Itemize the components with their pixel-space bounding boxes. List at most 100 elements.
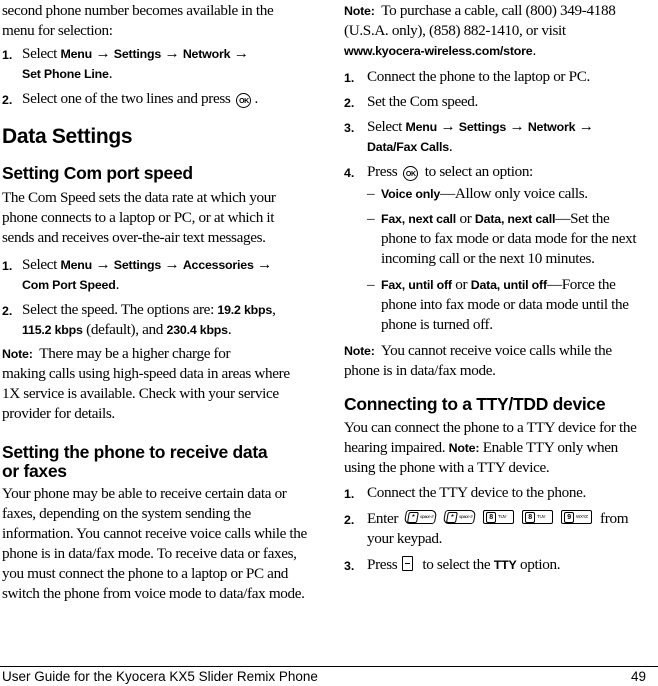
- step-text: Select the speed. The options are:: [22, 301, 218, 318]
- option-label: Fax, until off: [381, 278, 452, 292]
- option-text-line: phone into fax mode or data mode until t…: [381, 296, 629, 313]
- step-number: 3.: [344, 559, 355, 573]
- star-space-key-icon: * space #: [442, 510, 477, 524]
- page-number: 49: [630, 669, 646, 684]
- body-line: you must connect the phone to a laptop o…: [2, 565, 289, 582]
- menu-item: Menu: [405, 120, 438, 134]
- dash-bullet: –: [367, 185, 375, 202]
- body-text: hearing impaired.: [344, 439, 449, 456]
- tty-step-3: Press to select the TTY option.: [367, 556, 561, 574]
- menu-item: Network: [182, 47, 231, 61]
- step-text: Press: [367, 556, 398, 573]
- arrow-icon: →: [164, 256, 180, 273]
- punctuation: ,: [272, 301, 276, 318]
- key-glyph: *: [445, 512, 458, 523]
- note-text: There may be a higher charge for: [39, 345, 231, 362]
- key-subtext: TUV: [537, 514, 545, 519]
- key-subtext: TUV: [498, 514, 506, 519]
- data-step-1: Connect the phone to the laptop or PC.: [367, 68, 590, 85]
- step-number: 2.: [2, 93, 13, 107]
- com-step-1: Select Menu → Settings → Accessories →: [22, 256, 272, 274]
- key-subtext: space #: [419, 514, 434, 519]
- body-line: The Com Speed sets the data rate at whic…: [2, 189, 276, 206]
- phone-line-step-1: Select Menu → Settings → Network →: [22, 45, 249, 63]
- data-step-3: Select Menu → Settings → Network →: [367, 118, 594, 136]
- note-label: Note:: [448, 441, 480, 455]
- body-line: phone connects to a laptop or PC, or at …: [2, 209, 275, 226]
- step-text: Select: [22, 256, 61, 273]
- note-line: making calls using high-speed data in ar…: [2, 365, 290, 382]
- option-text-line: incoming call or the next 10 minutes.: [381, 250, 595, 267]
- option-text: —Force the: [546, 276, 616, 293]
- step-number: 2.: [2, 304, 13, 318]
- store-url-link[interactable]: www.kyocera-wireless.com/store: [344, 44, 533, 58]
- option-text-line: phone is turned off.: [381, 316, 493, 333]
- punctuation: .: [448, 138, 453, 155]
- menu-item: Settings: [113, 258, 162, 272]
- option-text-line: phone to fax mode or data mode for the n…: [381, 230, 637, 247]
- arrow-icon: →: [95, 256, 111, 273]
- arrow-icon: →: [578, 118, 594, 135]
- note-text: To purchase a cable, call (800) 349-4188: [381, 2, 616, 19]
- phone-line-step-1-cont: Set Phone Line.: [22, 65, 113, 83]
- menu-item: Settings: [458, 120, 507, 134]
- note-label: Note:: [2, 347, 33, 361]
- step-text: Select: [367, 118, 406, 135]
- step-text: to select the: [422, 556, 494, 573]
- key-subtext: WXYZ: [576, 514, 588, 519]
- option-text: —Set the: [555, 210, 610, 227]
- menu-item: Set Phone Line: [22, 67, 109, 81]
- option-text: or: [451, 276, 471, 293]
- body-line: sends and receives over-the-air text mes…: [2, 229, 266, 246]
- data-step-4: Press OK to select an option:: [367, 163, 533, 181]
- option-until-off: Fax, until off or Data, until off—Force …: [381, 276, 616, 294]
- star-space-key-icon: * space #: [403, 510, 438, 524]
- key-subtext: space #: [458, 514, 473, 519]
- speed-option: 115.2 kbps: [22, 323, 83, 337]
- com-step-2-cont: 115.2 kbps (default), and 230.4 kbps.: [22, 321, 232, 339]
- arrow-icon: →: [233, 45, 249, 62]
- step-text: (default), and: [82, 321, 167, 338]
- menu-item: Data/Fax Calls: [367, 140, 449, 154]
- cable-note-line-2: (U.S.A. only), (858) 882-1410, or visit: [344, 22, 566, 39]
- speed-option: 230.4 kbps: [166, 323, 229, 337]
- tty-heading: Connecting to a TTY/TDD device: [344, 394, 606, 414]
- arrow-icon: →: [257, 256, 272, 273]
- option-label: Fax, next call: [381, 212, 457, 226]
- step-number: 2.: [344, 96, 355, 110]
- ok-key-icon: OK: [236, 93, 252, 108]
- intro-line-2: menu for selection:: [2, 22, 113, 39]
- com-step-2: Select the speed. The options are: 19.2 …: [22, 301, 276, 319]
- step-number: 1.: [344, 487, 355, 501]
- key-glyph: 9: [564, 512, 575, 523]
- body-line: phone is in data/fax mode. To receive da…: [2, 545, 297, 562]
- note-label: Note:: [344, 4, 375, 18]
- punctuation: .: [254, 90, 258, 107]
- nine-key-icon: 9 WXYZ: [561, 510, 593, 524]
- step-number: 1.: [2, 48, 13, 62]
- step-number: 4.: [344, 166, 355, 180]
- option-text: or: [456, 210, 475, 227]
- step-text: Select one of the two lines and press: [22, 90, 231, 107]
- section-title: Data Settings: [2, 125, 133, 148]
- mode-note-line-2: phone is in data/fax mode.: [344, 362, 496, 379]
- step-text: Enter: [367, 510, 399, 527]
- ok-key-icon: OK: [403, 166, 419, 181]
- data-step-3-cont: Data/Fax Calls.: [367, 138, 453, 156]
- menu-item: Accessories: [182, 258, 254, 272]
- key-glyph: 8: [525, 512, 536, 523]
- menu-item: Settings: [113, 47, 162, 61]
- mode-note-line-1: Note: You cannot receive voice calls whi…: [344, 342, 612, 360]
- left-softkey-icon: [402, 556, 414, 571]
- menu-item: Network: [527, 120, 576, 134]
- footer-title: User Guide for the Kyocera KX5 Slider Re…: [2, 669, 318, 684]
- intro-line-1: second phone number becomes available in…: [2, 2, 274, 19]
- step-number: 2.: [344, 513, 355, 527]
- option-next-call: Fax, next call or Data, next call—Set th…: [381, 210, 610, 228]
- option-label: Data, until off: [470, 278, 547, 292]
- speed-option: 19.2 kbps: [217, 303, 273, 317]
- option-label: Voice only: [381, 187, 441, 201]
- eight-key-icon: 8 TUV: [483, 510, 515, 524]
- body-line: switch the phone from voice mode to data…: [2, 585, 305, 602]
- key-glyph: 8: [486, 512, 497, 523]
